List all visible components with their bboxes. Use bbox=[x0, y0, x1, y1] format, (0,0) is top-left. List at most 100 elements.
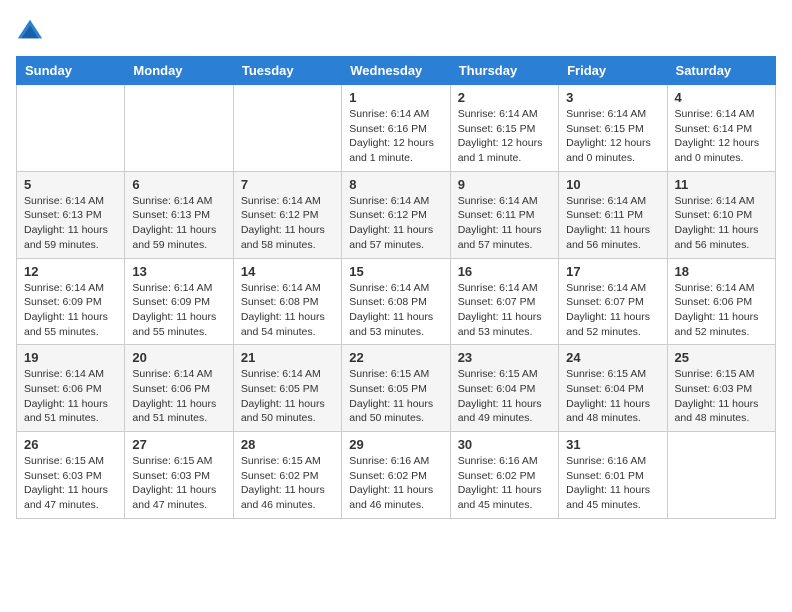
day-number: 5 bbox=[24, 177, 117, 192]
day-number: 21 bbox=[241, 350, 334, 365]
calendar-body: 1 Sunrise: 6:14 AMSunset: 6:16 PMDaylight… bbox=[17, 85, 776, 519]
day-number: 6 bbox=[132, 177, 225, 192]
day-cell bbox=[125, 85, 233, 172]
header-row: SundayMondayTuesdayWednesdayThursdayFrid… bbox=[17, 57, 776, 85]
day-cell: 16Sunrise: 6:14 AMSunset: 6:07 PMDayligh… bbox=[450, 258, 558, 345]
day-cell: 27 Sunrise: 6:15 AMSunset: 6:03 PMDayligh… bbox=[125, 432, 233, 519]
day-number: 7 bbox=[241, 177, 334, 192]
week-row-5: 26 Sunrise: 6:15 AMSunset: 6:03 PMDayligh… bbox=[17, 432, 776, 519]
day-number: 19 bbox=[24, 350, 117, 365]
day-cell: 11 Sunrise: 6:14 AMSunset: 6:10 PMDayligh… bbox=[667, 171, 775, 258]
day-info: Sunrise: 6:14 AMSunset: 6:07 PMDaylight:… bbox=[566, 281, 659, 340]
logo bbox=[16, 16, 48, 44]
day-info: Sunrise: 6:14 AMSunset: 6:09 PMDaylight:… bbox=[132, 281, 225, 340]
day-info: Sunrise: 6:15 AMSunset: 6:03 PMDaylight:… bbox=[24, 454, 117, 513]
day-cell: 21 Sunrise: 6:14 AMSunset: 6:05 PMDayligh… bbox=[233, 345, 341, 432]
day-cell: 22Sunrise: 6:15 AMSunset: 6:05 PMDayligh… bbox=[342, 345, 450, 432]
calendar-header: SundayMondayTuesdayWednesdayThursdayFrid… bbox=[17, 57, 776, 85]
day-cell: 20 Sunrise: 6:14 AMSunset: 6:06 PMDayligh… bbox=[125, 345, 233, 432]
day-number: 11 bbox=[675, 177, 768, 192]
day-number: 18 bbox=[675, 264, 768, 279]
day-number: 30 bbox=[458, 437, 551, 452]
day-cell: 2Sunrise: 6:14 AMSunset: 6:15 PMDaylight… bbox=[450, 85, 558, 172]
day-cell: 18 Sunrise: 6:14 AMSunset: 6:06 PMDayligh… bbox=[667, 258, 775, 345]
day-number: 8 bbox=[349, 177, 442, 192]
day-info: Sunrise: 6:14 AMSunset: 6:06 PMDaylight:… bbox=[675, 281, 768, 340]
day-cell: 19 Sunrise: 6:14 AMSunset: 6:06 PMDayligh… bbox=[17, 345, 125, 432]
logo-icon bbox=[16, 16, 44, 44]
day-cell: 26 Sunrise: 6:15 AMSunset: 6:03 PMDayligh… bbox=[17, 432, 125, 519]
day-cell: 9 Sunrise: 6:14 AMSunset: 6:11 PMDaylight… bbox=[450, 171, 558, 258]
day-info: Sunrise: 6:14 AMSunset: 6:09 PMDaylight:… bbox=[24, 281, 117, 340]
day-cell: 1 Sunrise: 6:14 AMSunset: 6:16 PMDaylight… bbox=[342, 85, 450, 172]
day-info: Sunrise: 6:14 AMSunset: 6:10 PMDaylight:… bbox=[675, 194, 768, 253]
day-info: Sunrise: 6:14 AMSunset: 6:14 PMDaylight:… bbox=[675, 107, 768, 166]
day-info: Sunrise: 6:14 AMSunset: 6:11 PMDaylight:… bbox=[566, 194, 659, 253]
day-info: Sunrise: 6:15 AMSunset: 6:05 PMDaylight:… bbox=[349, 367, 442, 426]
day-cell: 5 Sunrise: 6:14 AMSunset: 6:13 PMDaylight… bbox=[17, 171, 125, 258]
day-cell: 8 Sunrise: 6:14 AMSunset: 6:12 PMDaylight… bbox=[342, 171, 450, 258]
day-cell: 31 Sunrise: 6:16 AMSunset: 6:01 PMDayligh… bbox=[559, 432, 667, 519]
day-info: Sunrise: 6:14 AMSunset: 6:05 PMDaylight:… bbox=[241, 367, 334, 426]
day-number: 10 bbox=[566, 177, 659, 192]
day-number: 17 bbox=[566, 264, 659, 279]
day-info: Sunrise: 6:14 AMSunset: 6:15 PMDaylight:… bbox=[458, 107, 551, 166]
day-info: Sunrise: 6:14 AMSunset: 6:13 PMDaylight:… bbox=[24, 194, 117, 253]
day-number: 24 bbox=[566, 350, 659, 365]
day-cell: 13 Sunrise: 6:14 AMSunset: 6:09 PMDayligh… bbox=[125, 258, 233, 345]
day-info: Sunrise: 6:16 AMSunset: 6:02 PMDaylight:… bbox=[458, 454, 551, 513]
day-info: Sunrise: 6:15 AMSunset: 6:04 PMDaylight:… bbox=[458, 367, 551, 426]
day-number: 23 bbox=[458, 350, 551, 365]
day-cell: 29Sunrise: 6:16 AMSunset: 6:02 PMDayligh… bbox=[342, 432, 450, 519]
day-info: Sunrise: 6:15 AMSunset: 6:04 PMDaylight:… bbox=[566, 367, 659, 426]
day-number: 4 bbox=[675, 90, 768, 105]
day-number: 20 bbox=[132, 350, 225, 365]
day-cell bbox=[233, 85, 341, 172]
week-row-3: 12 Sunrise: 6:14 AMSunset: 6:09 PMDayligh… bbox=[17, 258, 776, 345]
week-row-2: 5 Sunrise: 6:14 AMSunset: 6:13 PMDaylight… bbox=[17, 171, 776, 258]
day-number: 27 bbox=[132, 437, 225, 452]
day-number: 12 bbox=[24, 264, 117, 279]
day-number: 14 bbox=[241, 264, 334, 279]
day-cell: 4 Sunrise: 6:14 AMSunset: 6:14 PMDaylight… bbox=[667, 85, 775, 172]
day-number: 15 bbox=[349, 264, 442, 279]
day-info: Sunrise: 6:14 AMSunset: 6:07 PMDaylight:… bbox=[458, 281, 551, 340]
day-cell: 30 Sunrise: 6:16 AMSunset: 6:02 PMDayligh… bbox=[450, 432, 558, 519]
day-number: 1 bbox=[349, 90, 442, 105]
page-header bbox=[16, 16, 776, 44]
day-cell: 17 Sunrise: 6:14 AMSunset: 6:07 PMDayligh… bbox=[559, 258, 667, 345]
day-number: 9 bbox=[458, 177, 551, 192]
day-cell: 28Sunrise: 6:15 AMSunset: 6:02 PMDayligh… bbox=[233, 432, 341, 519]
day-number: 26 bbox=[24, 437, 117, 452]
day-cell: 6Sunrise: 6:14 AMSunset: 6:13 PMDaylight… bbox=[125, 171, 233, 258]
header-day-saturday: Saturday bbox=[667, 57, 775, 85]
day-cell: 3 Sunrise: 6:14 AMSunset: 6:15 PMDaylight… bbox=[559, 85, 667, 172]
day-info: Sunrise: 6:14 AMSunset: 6:12 PMDaylight:… bbox=[241, 194, 334, 253]
day-info: Sunrise: 6:14 AMSunset: 6:06 PMDaylight:… bbox=[132, 367, 225, 426]
day-info: Sunrise: 6:14 AMSunset: 6:06 PMDaylight:… bbox=[24, 367, 117, 426]
day-cell: 25Sunrise: 6:15 AMSunset: 6:03 PMDayligh… bbox=[667, 345, 775, 432]
day-cell: 10 Sunrise: 6:14 AMSunset: 6:11 PMDayligh… bbox=[559, 171, 667, 258]
day-info: Sunrise: 6:16 AMSunset: 6:01 PMDaylight:… bbox=[566, 454, 659, 513]
day-info: Sunrise: 6:14 AMSunset: 6:08 PMDaylight:… bbox=[241, 281, 334, 340]
day-info: Sunrise: 6:16 AMSunset: 6:02 PMDaylight:… bbox=[349, 454, 442, 513]
day-info: Sunrise: 6:15 AMSunset: 6:03 PMDaylight:… bbox=[675, 367, 768, 426]
day-number: 31 bbox=[566, 437, 659, 452]
week-row-4: 19 Sunrise: 6:14 AMSunset: 6:06 PMDayligh… bbox=[17, 345, 776, 432]
day-cell bbox=[17, 85, 125, 172]
day-cell: 23 Sunrise: 6:15 AMSunset: 6:04 PMDayligh… bbox=[450, 345, 558, 432]
day-cell: 15Sunrise: 6:14 AMSunset: 6:08 PMDayligh… bbox=[342, 258, 450, 345]
day-info: Sunrise: 6:14 AMSunset: 6:12 PMDaylight:… bbox=[349, 194, 442, 253]
day-cell: 7 Sunrise: 6:14 AMSunset: 6:12 PMDaylight… bbox=[233, 171, 341, 258]
day-info: Sunrise: 6:15 AMSunset: 6:02 PMDaylight:… bbox=[241, 454, 334, 513]
day-info: Sunrise: 6:14 AMSunset: 6:16 PMDaylight:… bbox=[349, 107, 442, 166]
header-day-wednesday: Wednesday bbox=[342, 57, 450, 85]
day-number: 13 bbox=[132, 264, 225, 279]
day-info: Sunrise: 6:14 AMSunset: 6:11 PMDaylight:… bbox=[458, 194, 551, 253]
header-day-tuesday: Tuesday bbox=[233, 57, 341, 85]
header-day-thursday: Thursday bbox=[450, 57, 558, 85]
day-number: 3 bbox=[566, 90, 659, 105]
calendar-table: SundayMondayTuesdayWednesdayThursdayFrid… bbox=[16, 56, 776, 519]
day-info: Sunrise: 6:15 AMSunset: 6:03 PMDaylight:… bbox=[132, 454, 225, 513]
day-info: Sunrise: 6:14 AMSunset: 6:15 PMDaylight:… bbox=[566, 107, 659, 166]
